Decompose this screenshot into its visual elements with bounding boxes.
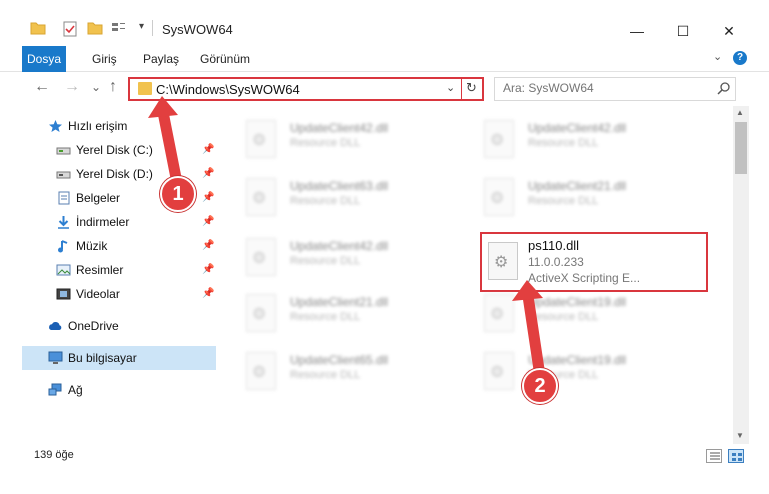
step-2-marker: 2	[522, 368, 558, 404]
arrow-to-address-bar-head	[148, 96, 178, 118]
step-1-marker: 1	[160, 176, 196, 212]
arrow-to-file-head	[512, 280, 543, 301]
arrow-to-file	[522, 290, 546, 382]
annotation-arrows	[148, 96, 546, 382]
